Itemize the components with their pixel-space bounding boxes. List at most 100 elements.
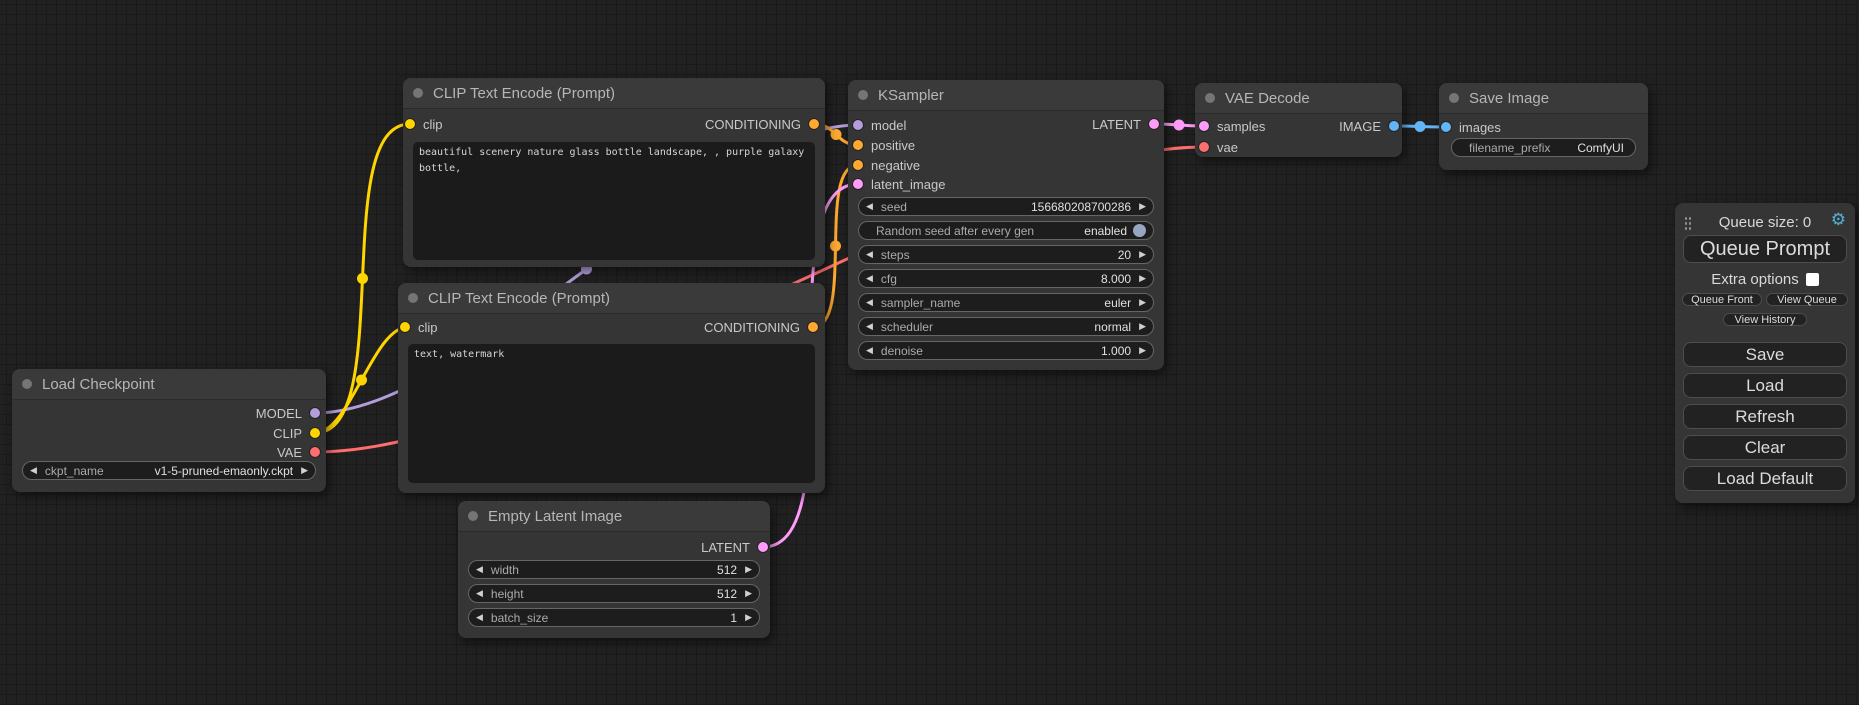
widget-value: 156680208700286: [1031, 200, 1131, 214]
input-label: images: [1459, 120, 1501, 135]
increment-arrow-icon[interactable]: ▶: [1139, 274, 1146, 283]
decrement-arrow-icon[interactable]: ◀: [476, 565, 483, 574]
collapse-dot-icon[interactable]: [468, 511, 478, 521]
node-title-bar[interactable]: Empty Latent Image: [458, 501, 770, 532]
images-input-dot[interactable]: [1441, 122, 1451, 132]
decrement-arrow-icon[interactable]: ◀: [866, 346, 873, 355]
decrement-arrow-icon[interactable]: ◀: [866, 322, 873, 331]
collapse-dot-icon[interactable]: [1449, 93, 1459, 103]
widget-label: sampler_name: [881, 296, 960, 310]
latent-image-input-dot[interactable]: [853, 179, 863, 189]
latent-output-dot[interactable]: [758, 542, 768, 552]
sampler-name-widget[interactable]: ◀ sampler_name euler ▶: [858, 293, 1154, 312]
node-ksampler[interactable]: KSampler model positive negative latent_…: [848, 80, 1164, 370]
queue-prompt-button[interactable]: Queue Prompt: [1683, 235, 1847, 263]
node-title: Empty Latent Image: [488, 508, 622, 525]
samples-input-dot[interactable]: [1199, 121, 1209, 131]
widget-value: 8.000: [1101, 272, 1131, 286]
collapse-dot-icon[interactable]: [413, 88, 423, 98]
increment-arrow-icon[interactable]: ▶: [1139, 202, 1146, 211]
steps-widget[interactable]: ◀ steps 20 ▶: [858, 245, 1154, 264]
width-widget[interactable]: ◀ width 512 ▶: [468, 560, 760, 579]
increment-arrow-icon[interactable]: ▶: [745, 589, 752, 598]
refresh-button[interactable]: Refresh: [1683, 404, 1847, 429]
model-input-dot[interactable]: [853, 120, 863, 130]
clear-button[interactable]: Clear: [1683, 435, 1847, 460]
node-vae-decode[interactable]: VAE Decode samples vae IMAGE: [1195, 83, 1402, 157]
node-clip-text-encode-negative[interactable]: CLIP Text Encode (Prompt) clip CONDITION…: [398, 283, 825, 493]
widget-value: enabled: [1084, 224, 1127, 238]
decrement-arrow-icon[interactable]: ◀: [30, 466, 37, 475]
load-default-button[interactable]: Load Default: [1683, 466, 1847, 491]
increment-arrow-icon[interactable]: ▶: [1139, 322, 1146, 331]
model-output-dot[interactable]: [310, 408, 320, 418]
prompt-textarea[interactable]: text, watermark: [408, 344, 815, 483]
toggle-circle-icon[interactable]: [1133, 224, 1146, 237]
decrement-arrow-icon[interactable]: ◀: [866, 274, 873, 283]
cfg-widget[interactable]: ◀ cfg 8.000 ▶: [858, 269, 1154, 288]
decrement-arrow-icon[interactable]: ◀: [476, 613, 483, 622]
increment-arrow-icon[interactable]: ▶: [745, 613, 752, 622]
collapse-dot-icon[interactable]: [22, 379, 32, 389]
random-seed-toggle-widget[interactable]: Random seed after every gen enabled: [858, 221, 1154, 240]
node-title-bar[interactable]: VAE Decode: [1195, 83, 1402, 114]
node-empty-latent-image[interactable]: Empty Latent Image LATENT ◀ width 512 ▶ …: [458, 501, 770, 638]
node-title-bar[interactable]: CLIP Text Encode (Prompt): [398, 283, 825, 314]
clip-input-dot[interactable]: [400, 322, 410, 332]
node-clip-text-encode-positive[interactable]: CLIP Text Encode (Prompt) clip CONDITION…: [403, 78, 825, 267]
node-title-bar[interactable]: KSampler: [848, 80, 1164, 111]
decrement-arrow-icon[interactable]: ◀: [476, 589, 483, 598]
view-queue-button[interactable]: View Queue: [1766, 293, 1848, 306]
input-slot-model: model: [853, 115, 906, 135]
node-title-bar[interactable]: Save Image: [1439, 83, 1648, 114]
clip-output-dot[interactable]: [310, 428, 320, 438]
widget-value: 512: [717, 587, 737, 601]
node-title-bar[interactable]: Load Checkpoint: [12, 369, 326, 400]
seed-widget[interactable]: ◀ seed 156680208700286 ▶: [858, 197, 1154, 216]
conditioning-output-dot[interactable]: [808, 322, 818, 332]
clip-input-dot[interactable]: [405, 119, 415, 129]
load-button[interactable]: Load: [1683, 373, 1847, 398]
decrement-arrow-icon[interactable]: ◀: [866, 298, 873, 307]
wire-midpoint-latent-out: [1174, 120, 1185, 131]
collapse-dot-icon[interactable]: [858, 90, 868, 100]
view-history-button[interactable]: View History: [1723, 313, 1807, 326]
vae-output-dot[interactable]: [310, 447, 320, 457]
increment-arrow-icon[interactable]: ▶: [745, 565, 752, 574]
decrement-arrow-icon[interactable]: ◀: [866, 202, 873, 211]
output-slot-vae: VAE: [277, 442, 320, 462]
node-load-checkpoint[interactable]: Load Checkpoint MODEL CLIP VAE ◀ ckpt_na…: [12, 369, 326, 492]
queue-front-button[interactable]: Queue Front: [1682, 293, 1762, 306]
wire-midpoint-clip-positive: [357, 273, 368, 284]
scheduler-widget[interactable]: ◀ scheduler normal ▶: [858, 317, 1154, 336]
conditioning-output-dot[interactable]: [809, 119, 819, 129]
denoise-widget[interactable]: ◀ denoise 1.000 ▶: [858, 341, 1154, 360]
increment-arrow-icon[interactable]: ▶: [1139, 346, 1146, 355]
ckpt-name-widget[interactable]: ◀ ckpt_name v1-5-pruned-emaonly.ckpt ▶: [22, 461, 316, 480]
vae-input-dot[interactable]: [1199, 142, 1209, 152]
negative-input-dot[interactable]: [853, 160, 863, 170]
collapse-dot-icon[interactable]: [408, 293, 418, 303]
decrement-arrow-icon[interactable]: ◀: [866, 250, 873, 259]
input-slot-samples: samples: [1199, 116, 1265, 136]
collapse-dot-icon[interactable]: [1205, 93, 1215, 103]
widget-label: height: [491, 587, 524, 601]
increment-arrow-icon[interactable]: ▶: [1139, 298, 1146, 307]
increment-arrow-icon[interactable]: ▶: [1139, 250, 1146, 259]
input-label: latent_image: [871, 177, 945, 192]
filename-prefix-widget[interactable]: filename_prefix ComfyUI: [1451, 138, 1636, 157]
prompt-textarea[interactable]: beautiful scenery nature glass bottle la…: [413, 142, 815, 260]
settings-gear-icon[interactable]: ⚙: [1831, 212, 1846, 229]
node-title: VAE Decode: [1225, 90, 1310, 107]
batch-size-widget[interactable]: ◀ batch_size 1 ▶: [468, 608, 760, 627]
increment-arrow-icon[interactable]: ▶: [301, 466, 308, 475]
latent-output-dot[interactable]: [1149, 119, 1159, 129]
output-label: IMAGE: [1339, 119, 1381, 134]
height-widget[interactable]: ◀ height 512 ▶: [468, 584, 760, 603]
save-button[interactable]: Save: [1683, 342, 1847, 367]
node-save-image[interactable]: Save Image images filename_prefix ComfyU…: [1439, 83, 1648, 170]
image-output-dot[interactable]: [1389, 121, 1399, 131]
positive-input-dot[interactable]: [853, 140, 863, 150]
node-title-bar[interactable]: CLIP Text Encode (Prompt): [403, 78, 825, 109]
extra-options-checkbox[interactable]: [1806, 273, 1819, 286]
